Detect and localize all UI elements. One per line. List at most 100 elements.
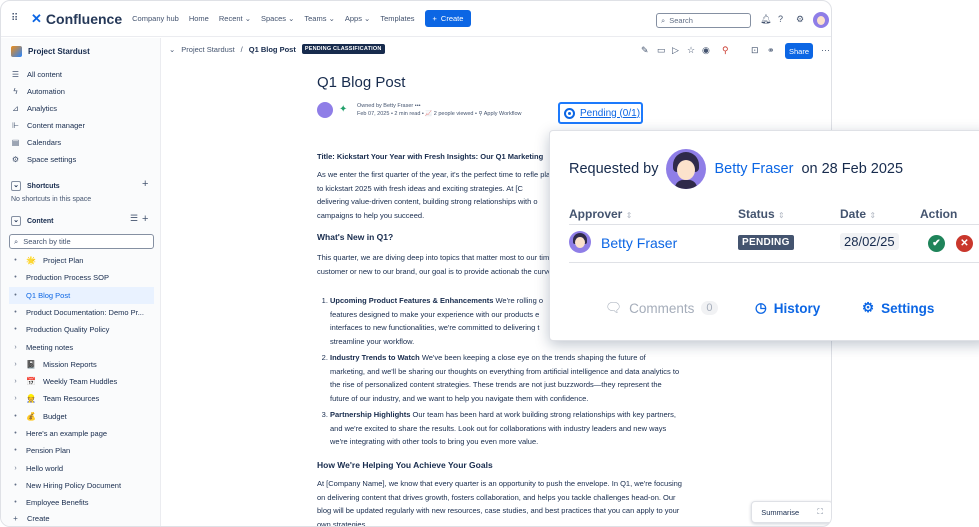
column-date[interactable]: Date ⇕ — [840, 207, 876, 221]
tree-item[interactable]: › Meeting notes — [9, 339, 154, 356]
comments-tab[interactable]: 🗨︎ Comments 0 — [605, 300, 718, 316]
list-item: Industry Trends to Watch We've been keep… — [330, 351, 682, 405]
expand-chevron-icon[interactable]: › — [12, 465, 19, 472]
nav-teams[interactable]: Teams ⌄ — [304, 14, 334, 23]
content-search-input[interactable]: ⌕ Search by title — [9, 234, 154, 249]
breadcrumb-space[interactable]: Project Stardust — [181, 45, 234, 54]
watch-eye-icon[interactable]: ◉ — [702, 45, 710, 56]
approver-name[interactable]: Betty Fraser — [601, 235, 677, 251]
add-shortcut-icon[interactable]: + — [142, 178, 148, 190]
expand-chevron-icon[interactable]: › — [12, 378, 19, 385]
collapse-chevron-icon[interactable]: ⌄ — [169, 45, 175, 54]
tree-item[interactable]: › 📅 Weekly Team Huddles — [9, 373, 154, 390]
create-button[interactable]: + Create — [424, 10, 472, 27]
sidebar-item-calendars[interactable]: ▤ Calendars — [11, 138, 61, 147]
settings-label: Settings — [881, 300, 935, 316]
nav-spaces[interactable]: Spaces ⌄ — [261, 14, 294, 23]
comments-label: Comments — [629, 300, 695, 316]
column-action: Action — [920, 207, 957, 221]
expand-chevron-icon[interactable]: › — [12, 344, 19, 351]
tree-item-label: Mission Reports — [42, 359, 97, 369]
bullet-icon: • — [14, 499, 17, 507]
restrictions-lock-icon[interactable]: ⊡ — [751, 45, 759, 56]
tree-item-label: Budget — [42, 411, 67, 421]
sidebar-item-space-settings[interactable]: ⚙ Space settings — [11, 155, 76, 164]
column-status[interactable]: Status ⇕ — [738, 207, 785, 221]
nav-company-hub[interactable]: Company hub — [132, 14, 179, 23]
tree-item[interactable]: • 💰 Budget — [9, 408, 154, 425]
search-input[interactable]: ⌕ Search — [656, 13, 751, 28]
tree-item[interactable]: • Pension Plan — [9, 442, 154, 459]
more-actions-icon[interactable]: ··· — [821, 45, 830, 55]
reject-button[interactable]: ✕ — [956, 235, 973, 252]
bullet-icon: • — [14, 274, 17, 282]
clock-icon: ◷ — [755, 300, 767, 315]
search-icon: ⌕ — [661, 15, 666, 25]
approve-button[interactable]: ✔ — [928, 235, 945, 252]
nav-recent[interactable]: Recent ⌄ — [219, 14, 251, 23]
breadcrumb-separator: / — [240, 44, 243, 54]
user-avatar[interactable] — [813, 12, 829, 28]
filter-icon[interactable]: ☰ — [130, 213, 138, 224]
sidebar-item-label: Analytics — [27, 104, 58, 113]
sidebar-item-automation[interactable]: ϟ Automation — [11, 87, 65, 96]
plus-icon: + — [432, 14, 437, 23]
add-content-icon[interactable]: + — [142, 213, 148, 225]
tree-item[interactable]: • Production Process SOP — [9, 269, 154, 286]
nav-home[interactable]: Home — [189, 14, 209, 23]
tree-item[interactable]: • 🌟 Project Plan — [9, 252, 154, 269]
star-icon[interactable]: ☆ — [687, 45, 695, 56]
meta-line: Feb 07, 2025 • 2 min read • 📈 2 people v… — [357, 111, 522, 117]
notifications-bell-icon[interactable]: 🔔︎ — [760, 14, 771, 25]
confluence-mark-icon: ✕ — [31, 10, 42, 26]
owner-line: Owned by Betty Fraser ••• — [357, 103, 421, 109]
sidebar-create-button[interactable]: + Create — [11, 514, 49, 523]
pin-icon[interactable]: ⚲ — [722, 45, 729, 56]
tree-item[interactable]: • Here's an example page — [9, 425, 154, 442]
settings-tab[interactable]: ⚙ Settings — [862, 300, 934, 316]
contributor-avatar-icon[interactable]: ✦ — [339, 104, 351, 116]
shortcuts-header[interactable]: ⌄ Shortcuts — [11, 181, 60, 191]
expand-chevron-icon[interactable]: › — [12, 395, 19, 402]
tree-item[interactable]: • New Hiring Policy Document — [9, 477, 154, 494]
approval-date: 28/02/25 — [840, 233, 899, 250]
video-icon[interactable]: ▷ — [672, 45, 679, 56]
help-icon[interactable]: ? — [778, 14, 783, 24]
tree-item[interactable]: • Production Quality Policy — [9, 321, 154, 338]
sidebar-item-content-manager[interactable]: ⊩ Content manager — [11, 121, 85, 130]
bullet-icon: • — [14, 308, 17, 316]
breadcrumb-current[interactable]: Q1 Blog Post — [249, 45, 296, 54]
new-paragraph: This quarter, we are diving deep into to… — [317, 253, 555, 276]
tree-item[interactable]: • Q1 Blog Post — [9, 286, 154, 304]
app-switcher-icon[interactable]: ⠿ — [11, 13, 21, 24]
summarise-button[interactable]: Summarise ⛶ — [751, 501, 831, 523]
settings-gear-icon[interactable]: ⚙ — [796, 14, 804, 25]
requester-name[interactable]: Betty Fraser — [714, 161, 793, 177]
space-header[interactable]: Project Stardust — [11, 46, 90, 57]
tree-item[interactable]: › 📓 Mission Reports — [9, 356, 154, 373]
pending-approval-button[interactable]: Pending (0/1) — [558, 102, 643, 124]
expand-chevron-icon[interactable]: › — [12, 361, 19, 368]
comment-icon[interactable]: ▭ — [657, 45, 666, 56]
breadcrumb: ⌄ Project Stardust / Q1 Blog Post PENDIN… — [169, 44, 385, 54]
column-approver[interactable]: Approver ⇕ — [569, 207, 632, 221]
sidebar-item-all-content[interactable]: ☰ All content — [11, 70, 62, 79]
edit-icon[interactable]: ✎ — [641, 45, 649, 56]
history-tab[interactable]: ◷ History — [755, 300, 820, 316]
tree-item-label: Meeting notes — [26, 342, 74, 352]
nav-apps[interactable]: Apps ⌄ — [345, 14, 370, 23]
copy-link-icon[interactable]: ⚭ — [767, 45, 775, 56]
summarise-label: Summarise — [761, 507, 800, 517]
classification-badge[interactable]: PENDING CLASSIFICATION — [301, 44, 385, 54]
owner-avatar[interactable] — [317, 102, 333, 118]
tree-item[interactable]: › 👷 Team Resources — [9, 390, 154, 407]
product-name: Confluence — [45, 10, 123, 27]
tree-item[interactable]: • Product Documentation: Demo Pr... — [9, 304, 154, 321]
content-header[interactable]: ⌄ Content — [11, 216, 53, 226]
tree-item[interactable]: • Employee Benefits — [9, 494, 154, 511]
tree-item[interactable]: › Hello world — [9, 460, 154, 477]
nav-templates[interactable]: Templates — [380, 14, 414, 23]
sidebar-item-analytics[interactable]: ⊿ Analytics — [11, 104, 57, 113]
share-button[interactable]: Share — [785, 43, 813, 59]
confluence-logo[interactable]: ✕ Confluence — [31, 11, 122, 27]
